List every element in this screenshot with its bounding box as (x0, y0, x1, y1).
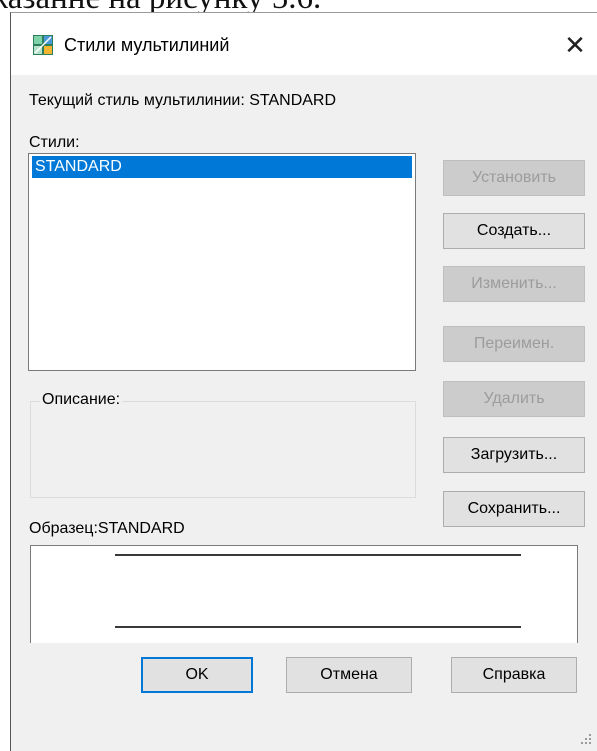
modify-button[interactable]: Изменить... (443, 266, 585, 302)
close-icon: ✕ (564, 30, 586, 60)
rename-button[interactable]: Переимен. (443, 326, 585, 362)
load-button[interactable]: Загрузить... (443, 437, 585, 473)
preview-label: Образец:STANDARD (29, 520, 185, 537)
ok-button[interactable]: OK (141, 657, 253, 693)
description-label: Описание: (40, 389, 123, 411)
styles-listbox[interactable]: STANDARD (28, 153, 416, 371)
dialog-title: Стили мультилиний (64, 35, 230, 55)
delete-button[interactable]: Удалить (443, 381, 585, 417)
multiline-preview (30, 545, 578, 643)
help-button[interactable]: Справка (451, 657, 577, 693)
list-item[interactable]: STANDARD (32, 156, 412, 178)
close-button[interactable]: ✕ (559, 29, 591, 61)
preview-line-bottom (115, 626, 521, 628)
save-button[interactable]: Сохранить... (443, 491, 585, 527)
title-bar[interactable]: Стили мультилиний ✕ (11, 13, 597, 75)
description-groupbox (30, 401, 416, 498)
preview-line-top (115, 554, 521, 556)
current-style-label: Текущий стиль мультилинии: STANDARD (29, 92, 337, 109)
cancel-button[interactable]: Отмена (286, 657, 412, 693)
resize-grip-icon[interactable] (578, 731, 592, 745)
create-button[interactable]: Создать... (443, 213, 585, 249)
multiline-styles-dialog: Стили мультилиний ✕ Текущий стиль мульти… (10, 12, 597, 751)
set-current-button[interactable]: Установить (443, 160, 585, 196)
multiline-style-icon (33, 35, 53, 55)
styles-label: Стили: (29, 134, 80, 151)
